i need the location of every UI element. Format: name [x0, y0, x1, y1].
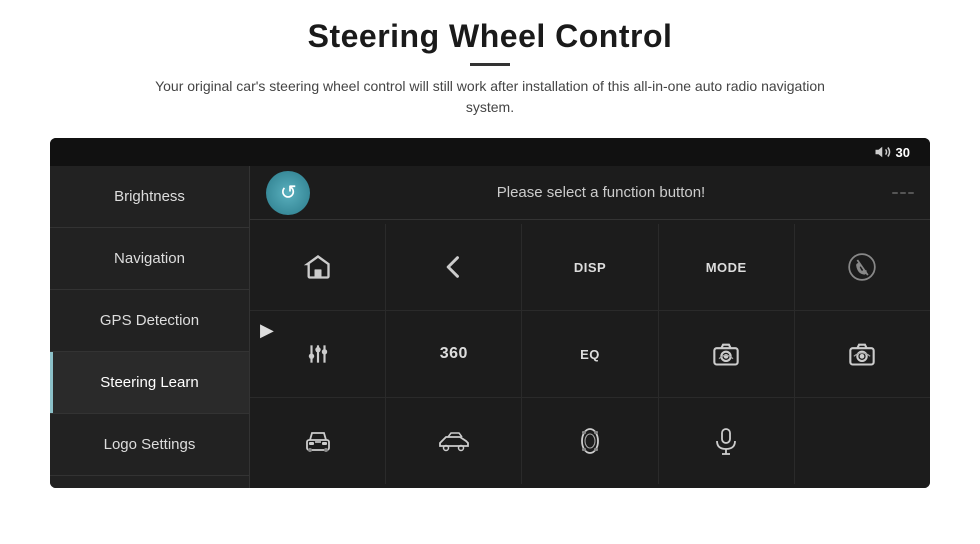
- camera2-icon: [848, 340, 876, 368]
- mode-label: MODE: [706, 260, 747, 275]
- phone-cancel-button[interactable]: [795, 224, 930, 310]
- empty-button: [795, 398, 930, 484]
- grid-row-2: 360 EQ: [250, 311, 930, 398]
- indicator-dots: [892, 192, 914, 194]
- camera1-icon: [712, 340, 740, 368]
- control-header: ↻ Please select a function button!: [250, 166, 930, 220]
- grid-row-3: [250, 398, 930, 484]
- home-icon: [304, 253, 332, 281]
- refresh-button[interactable]: ↻: [266, 171, 310, 215]
- grid-row-1: DISP MODE: [250, 224, 930, 311]
- camera1-button[interactable]: [659, 311, 795, 397]
- car-front-button[interactable]: [250, 398, 386, 484]
- page-header: Steering Wheel Control Your original car…: [0, 0, 980, 128]
- sliders-button[interactable]: [250, 311, 386, 397]
- car-top-button[interactable]: [522, 398, 658, 484]
- page-title: Steering Wheel Control: [60, 18, 920, 55]
- disp-label: DISP: [574, 260, 606, 275]
- 360-button[interactable]: 360: [386, 311, 522, 397]
- top-bar: 30: [50, 138, 930, 166]
- eq-label: EQ: [580, 347, 600, 362]
- disp-button[interactable]: DISP: [522, 224, 658, 310]
- main-content: Brightness Navigation GPS Detection Stee…: [50, 166, 930, 488]
- microphone-button[interactable]: [659, 398, 795, 484]
- volume-icon: [874, 143, 892, 161]
- sidebar: Brightness Navigation GPS Detection Stee…: [50, 166, 250, 488]
- sliders-icon: [305, 341, 331, 367]
- back-icon: [440, 253, 468, 281]
- sidebar-item-steering-learn[interactable]: Steering Learn: [50, 352, 249, 414]
- top-right-area: 30: [874, 143, 910, 161]
- mode-button[interactable]: MODE: [659, 224, 795, 310]
- sidebar-item-navigation[interactable]: Navigation: [50, 228, 249, 290]
- function-prompt: Please select a function button!: [326, 184, 876, 201]
- back-button[interactable]: [386, 224, 522, 310]
- refresh-icon: ↻: [280, 180, 297, 205]
- home-button[interactable]: [250, 224, 386, 310]
- sidebar-item-logo-settings[interactable]: Logo Settings: [50, 414, 249, 476]
- car-front-icon: [303, 428, 333, 454]
- sidebar-item-gps-detection[interactable]: GPS Detection: [50, 290, 249, 352]
- camera2-button[interactable]: [795, 311, 930, 397]
- volume-level: 30: [896, 145, 910, 160]
- page-subtitle: Your original car's steering wheel contr…: [140, 76, 840, 118]
- eq-button[interactable]: EQ: [522, 311, 658, 397]
- car-side-button[interactable]: [386, 398, 522, 484]
- car-side-icon: [438, 428, 470, 454]
- device-screen: 30 Brightness Navigation GPS Detection S…: [50, 138, 930, 488]
- right-panel: ↻ Please select a function button!: [250, 166, 930, 488]
- sidebar-item-brightness[interactable]: Brightness: [50, 166, 249, 228]
- car-top-icon: [576, 427, 604, 455]
- title-divider: [470, 63, 510, 66]
- microphone-icon: [713, 427, 739, 455]
- 360-label: 360: [440, 345, 468, 363]
- phone-cancel-icon: [848, 253, 876, 281]
- button-grid: DISP MODE: [250, 220, 930, 488]
